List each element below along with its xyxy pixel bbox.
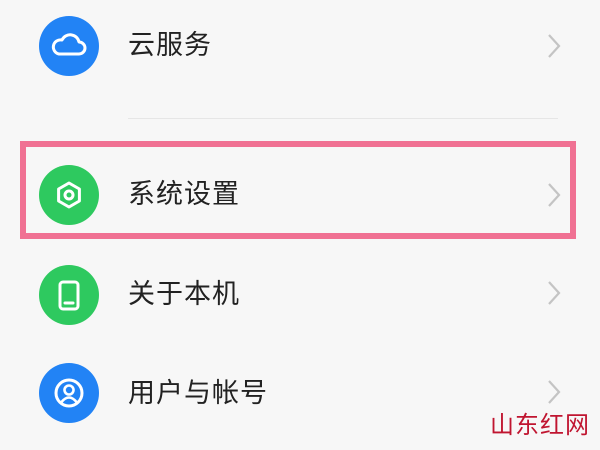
- settings-item-label: 关于本机: [128, 279, 240, 310]
- settings-item-cloud-service[interactable]: 云服务: [0, 2, 600, 94]
- settings-item-label: 云服务: [128, 30, 212, 61]
- user-account-icon: [39, 363, 99, 423]
- divider: [128, 118, 558, 119]
- chevron-right-icon: [548, 380, 561, 404]
- chevron-right-icon: [548, 281, 561, 305]
- highlight-box: [20, 141, 576, 239]
- settings-item-about-phone[interactable]: 关于本机: [0, 247, 600, 339]
- chevron-right-icon: [548, 34, 561, 58]
- phone-icon: [39, 265, 99, 325]
- watermark: 山东红网: [490, 411, 590, 439]
- settings-item-label: 用户与帐号: [128, 378, 268, 409]
- cloud-icon: [39, 16, 99, 76]
